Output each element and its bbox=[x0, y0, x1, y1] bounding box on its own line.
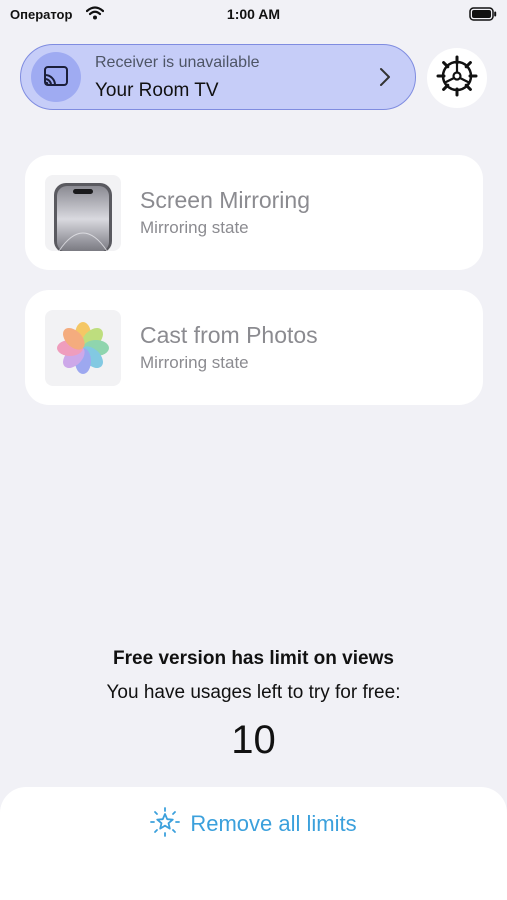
screen-mirroring-card[interactable]: Screen Mirroring Mirroring state bbox=[25, 155, 483, 270]
remove-all-limits-button[interactable]: Remove all limits bbox=[0, 806, 507, 842]
receiver-selector[interactable]: Receiver is unavailable Your Room TV bbox=[20, 44, 416, 110]
battery-icon bbox=[469, 7, 497, 26]
bottom-sheet: Remove all limits bbox=[0, 787, 507, 900]
clock: 1:00 AM bbox=[226, 6, 281, 22]
receiver-status: Receiver is unavailable bbox=[95, 54, 260, 71]
card-title: Cast from Photos bbox=[140, 322, 318, 348]
limit-subtitle: You have usages left to try for free: bbox=[106, 682, 401, 703]
photos-icon bbox=[45, 310, 121, 386]
gear-icon bbox=[436, 55, 478, 102]
settings-button[interactable] bbox=[427, 48, 487, 108]
card-title: Screen Mirroring bbox=[140, 187, 310, 213]
sparkle-star-icon bbox=[150, 806, 181, 842]
phone-icon bbox=[45, 175, 121, 251]
chevron-right-icon bbox=[379, 67, 391, 92]
card-subtitle: Mirroring state bbox=[140, 218, 249, 237]
cast-from-photos-card[interactable]: Cast from Photos Mirroring state bbox=[25, 290, 483, 405]
usages-left-count: 10 bbox=[231, 718, 276, 762]
cast-icon bbox=[31, 52, 81, 102]
card-subtitle: Mirroring state bbox=[140, 353, 249, 372]
status-bar: Оператор 1:00 AM bbox=[0, 0, 507, 30]
limit-title: Free version has limit on views bbox=[113, 648, 394, 669]
receiver-name: Your Room TV bbox=[95, 80, 219, 101]
remove-all-limits-label: Remove all limits bbox=[190, 811, 357, 836]
